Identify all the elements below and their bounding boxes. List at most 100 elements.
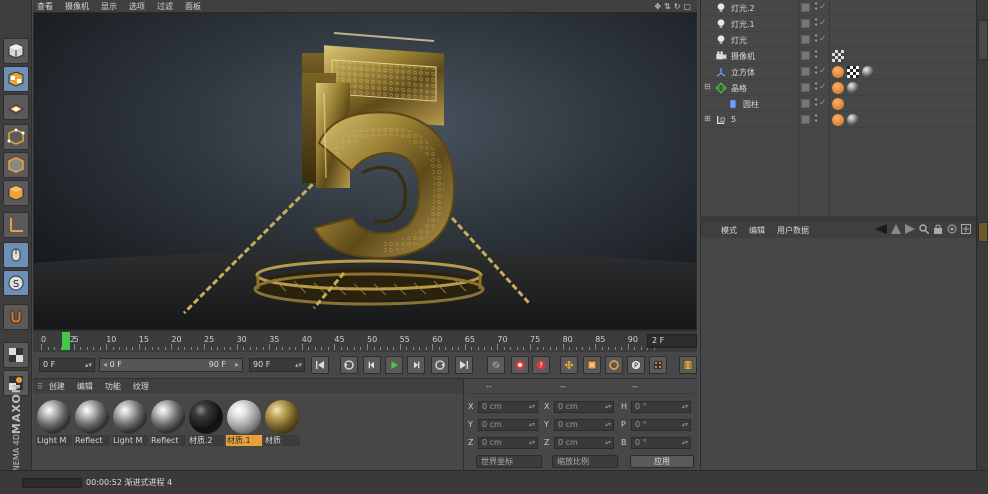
new-panel-icon[interactable]	[961, 224, 971, 234]
object-row[interactable]: ⊟ 晶格 • • ✓	[701, 80, 977, 96]
viewport-menu-view[interactable]: 查看	[37, 1, 53, 12]
record-button[interactable]	[487, 356, 505, 374]
rotate-key-button[interactable]	[605, 356, 623, 374]
layer-swatch[interactable]	[801, 99, 810, 108]
enabled-check-icon[interactable]: ✓	[819, 66, 827, 76]
material-item[interactable]: Light M	[36, 399, 72, 447]
move-view-icon[interactable]: ✥	[654, 2, 661, 11]
coord-mode-select[interactable]: 世界坐标	[476, 455, 542, 468]
spinner-arrows-icon[interactable]: ▴▾	[605, 420, 611, 430]
next-key-button[interactable]	[431, 356, 449, 374]
prev-frame-button[interactable]	[363, 356, 381, 374]
layer-swatch[interactable]	[801, 51, 810, 60]
attribute-menu-edit[interactable]: 编辑	[749, 225, 765, 236]
viewport-menu-options[interactable]: 选项	[129, 1, 145, 12]
visibility-dots-icon[interactable]: • •	[814, 65, 818, 77]
layer-swatch[interactable]	[801, 83, 810, 92]
coord-rotation-field[interactable]: 0 ° ▴▾	[631, 419, 691, 431]
frame-range-slider[interactable]: ◂ 0 F 90 F ▸	[99, 358, 243, 372]
spinner-arrows-icon[interactable]: ▴▾	[529, 420, 535, 430]
next-frame-button[interactable]	[407, 356, 425, 374]
3d-viewport[interactable]	[33, 12, 697, 330]
material-item[interactable]: Reflect	[74, 399, 110, 447]
layer-swatch[interactable]	[801, 19, 810, 28]
visibility-dots-icon[interactable]: • •	[814, 97, 818, 109]
coord-position-field[interactable]: 0 cm ▴▾	[478, 437, 538, 449]
cube-tool-button[interactable]	[3, 38, 29, 64]
object-row[interactable]: 灯光.2 • • ✓	[701, 0, 977, 16]
enabled-check-icon[interactable]: ✓	[819, 18, 827, 28]
coord-rotation-field[interactable]: 0 ° ▴▾	[631, 401, 691, 413]
attribute-menu-userdata[interactable]: 用户数据	[777, 225, 809, 236]
spinner-arrows-icon[interactable]: ▴▾	[682, 438, 688, 448]
visibility-dots-icon[interactable]: • •	[814, 49, 818, 61]
viewport-menu-camera[interactable]: 摄像机	[65, 1, 89, 12]
phong-tag-icon[interactable]	[832, 82, 844, 94]
apply-button[interactable]: 应用	[630, 455, 694, 468]
enabled-check-icon[interactable]: ✓	[819, 2, 827, 12]
object-row[interactable]: 摄像机 • •	[701, 48, 977, 64]
go-start-button[interactable]	[311, 356, 329, 374]
enabled-check-icon[interactable]: ✓	[819, 98, 827, 108]
phong-tag-icon[interactable]	[832, 98, 844, 110]
layer-swatch[interactable]	[801, 35, 810, 44]
axis-tool-button[interactable]	[3, 212, 29, 238]
right-tab-objects[interactable]	[978, 20, 988, 60]
target-tag-icon[interactable]	[832, 50, 844, 62]
rotate-view-icon[interactable]: ↻	[674, 2, 681, 11]
viewport-menu-filter[interactable]: 过滤	[157, 1, 173, 12]
spinner-arrows-icon[interactable]: ▴▾	[682, 402, 688, 412]
material-item[interactable]: 材质	[264, 399, 300, 447]
layer-swatch[interactable]	[801, 67, 810, 76]
target-icon[interactable]	[947, 224, 957, 234]
layer-swatch[interactable]	[801, 3, 810, 12]
material-item[interactable]: 材质.1	[226, 399, 262, 447]
object-row[interactable]: 立方体 • • ✓	[701, 64, 977, 80]
object-row[interactable]: 灯光 • • ✓	[701, 32, 977, 48]
move-key-button[interactable]	[560, 356, 578, 374]
enabled-check-icon[interactable]: ✓	[819, 82, 827, 92]
keyframe-help-button[interactable]: ?	[532, 356, 550, 374]
up-arrow-icon[interactable]	[891, 224, 901, 234]
magnet-tool-button[interactable]	[3, 304, 29, 330]
texture-tag-icon[interactable]	[847, 66, 859, 78]
pla-key-button[interactable]	[649, 356, 667, 374]
object-row[interactable]: ⊞ 5 • •	[701, 112, 977, 128]
visibility-dots-icon[interactable]: • •	[814, 17, 818, 29]
checker-plane-tool-button[interactable]	[3, 94, 29, 120]
enabled-check-icon[interactable]: ✓	[819, 34, 827, 44]
visibility-dots-icon[interactable]: • •	[814, 81, 818, 93]
material-menu-function[interactable]: 功能	[105, 381, 121, 392]
coord-position-field[interactable]: 0 cm ▴▾	[478, 401, 538, 413]
cube-polygons-tool-button[interactable]	[3, 180, 29, 206]
coord-rotation-field[interactable]: 0 ° ▴▾	[631, 437, 691, 449]
material-item[interactable]: Light M	[112, 399, 148, 447]
material-tag-icon[interactable]	[847, 82, 859, 94]
layer-swatch[interactable]	[801, 115, 810, 124]
start-frame-field[interactable]: 0 F ▴▾	[39, 358, 95, 372]
forward-arrow-icon[interactable]	[905, 224, 915, 234]
spinner-arrows-icon[interactable]: ▴▾	[605, 438, 611, 448]
scale-key-button[interactable]	[583, 356, 601, 374]
visibility-dots-icon[interactable]: • •	[814, 1, 818, 13]
current-frame-marker[interactable]	[62, 332, 71, 350]
cube-points-tool-button[interactable]	[3, 124, 29, 150]
coord-size-field[interactable]: 0 cm ▴▾	[554, 437, 614, 449]
spinner-arrows-icon[interactable]: ▴▾	[605, 402, 611, 412]
viewport-menu-panel[interactable]: 面板	[185, 1, 201, 12]
checker-cube-tool-button[interactable]	[3, 66, 29, 92]
lock-icon[interactable]	[933, 224, 943, 234]
visibility-dots-icon[interactable]: • •	[814, 113, 818, 125]
material-tag-icon[interactable]	[862, 66, 874, 78]
material-menu-edit[interactable]: 编辑	[77, 381, 93, 392]
go-end-button[interactable]	[455, 356, 473, 374]
checker-lock-tool-button[interactable]	[3, 342, 29, 368]
coord-position-field[interactable]: 0 cm ▴▾	[478, 419, 538, 431]
dolly-view-icon[interactable]: ⇅	[664, 2, 671, 11]
phong-tag-icon[interactable]	[832, 66, 844, 78]
viewport-menu-display[interactable]: 显示	[101, 1, 117, 12]
timeline-button[interactable]	[679, 356, 697, 374]
visibility-dots-icon[interactable]: • •	[814, 33, 818, 45]
right-tab-attributes[interactable]	[978, 222, 988, 242]
end-frame-field[interactable]: 90 F ▴▾	[249, 358, 305, 372]
